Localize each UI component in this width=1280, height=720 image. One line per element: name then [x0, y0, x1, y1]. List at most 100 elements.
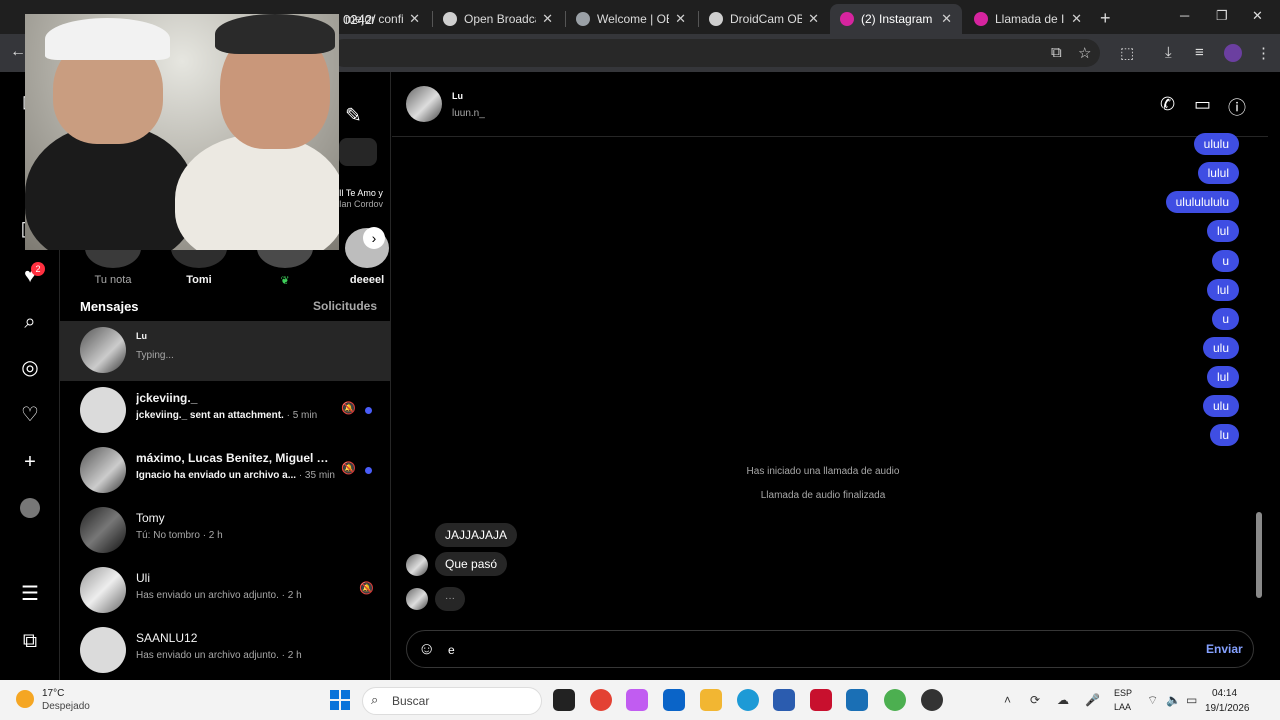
outlook-app-icon[interactable] — [663, 689, 685, 711]
close-icon[interactable]: ✕ — [542, 11, 553, 27]
scrollbar-thumb[interactable] — [1256, 512, 1262, 598]
wifi-icon[interactable]: ⌔ — [1147, 693, 1158, 708]
outgoing-message[interactable]: lu — [1209, 424, 1239, 446]
volume-icon[interactable]: 🔈 — [1166, 693, 1181, 707]
thread-time: · 2 h — [278, 590, 302, 601]
message-input-text[interactable]: e — [448, 643, 455, 657]
notifications-heart-icon[interactable]: ♡ — [19, 404, 41, 426]
outgoing-message[interactable]: lul — [1206, 279, 1239, 301]
sync-icon[interactable]: ⟳ — [1030, 693, 1040, 707]
incoming-message[interactable]: Que pasó — [435, 552, 508, 576]
thread-name: Tomy — [136, 511, 165, 525]
store-app-icon[interactable] — [846, 689, 868, 711]
preview-text: jckeviing._ sent an attachment. — [136, 410, 284, 421]
outgoing-message[interactable]: ulululululu — [1165, 191, 1239, 213]
back-arrow-icon[interactable]: ← — [10, 43, 26, 61]
profile-avatar-icon[interactable] — [19, 497, 41, 519]
outgoing-message[interactable]: ulu — [1202, 337, 1239, 359]
emoji-icon[interactable]: ☺ — [418, 639, 435, 659]
terminal-app-icon[interactable] — [553, 689, 575, 711]
compose-message-icon[interactable]: ✎ — [345, 103, 362, 128]
address-bar[interactable] — [330, 39, 1100, 67]
conversation-username[interactable]: luun.n_ — [452, 108, 485, 119]
create-plus-icon[interactable]: + — [19, 451, 41, 473]
mcafee-app-icon[interactable] — [810, 689, 832, 711]
obs-app-icon[interactable] — [921, 689, 943, 711]
clock-time[interactable]: 04:14 — [1212, 688, 1237, 699]
outgoing-message[interactable]: u — [1212, 250, 1239, 272]
outgoing-message[interactable]: ululu — [1193, 133, 1239, 155]
thread-row[interactable]: Lu Typing... — [60, 321, 391, 381]
media-control-icon[interactable]: ≡ — [1195, 44, 1204, 61]
copilot-app-icon[interactable] — [626, 689, 648, 711]
new-tab-button[interactable]: + — [1100, 8, 1111, 29]
tab-welcome-obs[interactable]: Welcome | OBS ✕ — [566, 4, 696, 34]
menu-kebab-icon[interactable]: ⋮ — [1256, 44, 1271, 62]
download-icon[interactable]: ⤓ — [1165, 44, 1172, 61]
clock-date[interactable]: 19/1/2026 — [1205, 703, 1250, 714]
incoming-message[interactable]: JAJJAJAJA — [435, 523, 518, 547]
chevron-right-icon[interactable]: › — [363, 227, 385, 249]
avatar[interactable] — [406, 86, 442, 122]
thread-row[interactable]: Tomy Tú: No tombro · 2 h — [60, 501, 391, 561]
thread-row[interactable]: Uli Has enviado un archivo adjunto. · 2 … — [60, 561, 391, 621]
close-icon[interactable]: ✕ — [409, 11, 420, 27]
send-button[interactable]: Enviar — [1206, 642, 1243, 656]
windows-start-button[interactable] — [330, 690, 350, 710]
outgoing-message[interactable]: lulul — [1197, 162, 1239, 184]
weather-temperature[interactable]: 17°C — [42, 688, 64, 699]
outgoing-message[interactable]: ulu — [1202, 395, 1239, 417]
conversation-name[interactable]: Lu — [452, 91, 463, 101]
thread-time: · 35 min — [296, 470, 335, 481]
battery-icon[interactable]: ▭ — [1186, 693, 1197, 707]
bookmark-star-icon[interactable]: ☆ — [1078, 44, 1091, 62]
outgoing-message[interactable]: lul — [1206, 220, 1239, 242]
thread-row[interactable]: SAANLU12 Has enviado un archivo adjunto.… — [60, 621, 391, 681]
messages-heading: Mensajes — [80, 299, 139, 314]
outgoing-message[interactable]: lul — [1206, 366, 1239, 388]
taskbar-search-box[interactable] — [362, 687, 542, 715]
explore-compass-icon[interactable]: ◎ — [19, 357, 41, 379]
word-app-icon[interactable] — [773, 689, 795, 711]
inbox-search-field[interactable] — [339, 138, 377, 166]
tab-open-broadcaster[interactable]: Open Broadcaste ✕ — [433, 4, 563, 34]
file-explorer-icon[interactable] — [700, 689, 722, 711]
video-camera-icon[interactable]: ▭ — [1194, 94, 1211, 115]
info-icon[interactable]: ⓘ — [1228, 94, 1246, 120]
search-icon[interactable]: ⌕ — [19, 311, 41, 333]
profile-avatar[interactable] — [1224, 44, 1242, 62]
maximize-button[interactable]: ❐ — [1216, 8, 1228, 24]
more-menu-icon[interactable]: ☰ — [19, 583, 41, 605]
weather-sun-icon[interactable] — [16, 690, 34, 708]
message-input[interactable] — [406, 630, 1254, 668]
install-app-icon[interactable]: ⧉ — [1051, 44, 1062, 61]
keyboard-layout[interactable]: LAA — [1114, 702, 1131, 712]
microphone-icon[interactable]: 🎤 — [1085, 693, 1100, 707]
tab-droidcam[interactable]: DroidCam OBS ✕ — [699, 4, 829, 34]
note-music-bubble[interactable]: Il Te Amo y Ian Cordov — [339, 188, 391, 210]
close-icon[interactable]: ✕ — [808, 11, 819, 27]
extensions-icon[interactable]: ⬚ — [1120, 44, 1134, 62]
instagram-icon — [840, 12, 854, 26]
muted-bell-icon: 🔕 — [341, 401, 356, 415]
weather-description[interactable]: Despejado — [42, 701, 90, 712]
requests-link[interactable]: Solicitudes — [313, 299, 377, 313]
phone-icon[interactable]: ✆ — [1160, 94, 1175, 115]
edge-app-icon[interactable] — [737, 689, 759, 711]
meta-apps-icon[interactable]: ⧉ — [19, 630, 41, 652]
tab-llamada[interactable]: Llamada de Inst ✕ — [964, 4, 1092, 34]
close-icon[interactable]: ✕ — [1071, 11, 1082, 27]
cloud-icon[interactable]: ☁ — [1057, 693, 1069, 707]
chevron-up-icon[interactable]: ˄ — [1004, 693, 1011, 707]
thread-row[interactable]: jckeviing._ jckeviing._ sent an attachme… — [60, 381, 391, 441]
minimize-button[interactable]: ─ — [1180, 8, 1189, 23]
language-indicator[interactable]: ESP — [1114, 688, 1132, 698]
thread-row[interactable]: máximo, Lucas Benitez, Miguel Ye... Igna… — [60, 441, 391, 501]
close-icon[interactable]: ✕ — [941, 11, 952, 27]
close-icon[interactable]: ✕ — [675, 11, 686, 27]
window-close-button[interactable]: ✕ — [1252, 8, 1263, 24]
tab-instagram[interactable]: (2) Instagram • M ✕ — [830, 4, 962, 34]
chrome-app-icon[interactable] — [590, 689, 612, 711]
outgoing-message[interactable]: u — [1212, 308, 1239, 330]
chrome-profile-app-icon[interactable] — [884, 689, 906, 711]
